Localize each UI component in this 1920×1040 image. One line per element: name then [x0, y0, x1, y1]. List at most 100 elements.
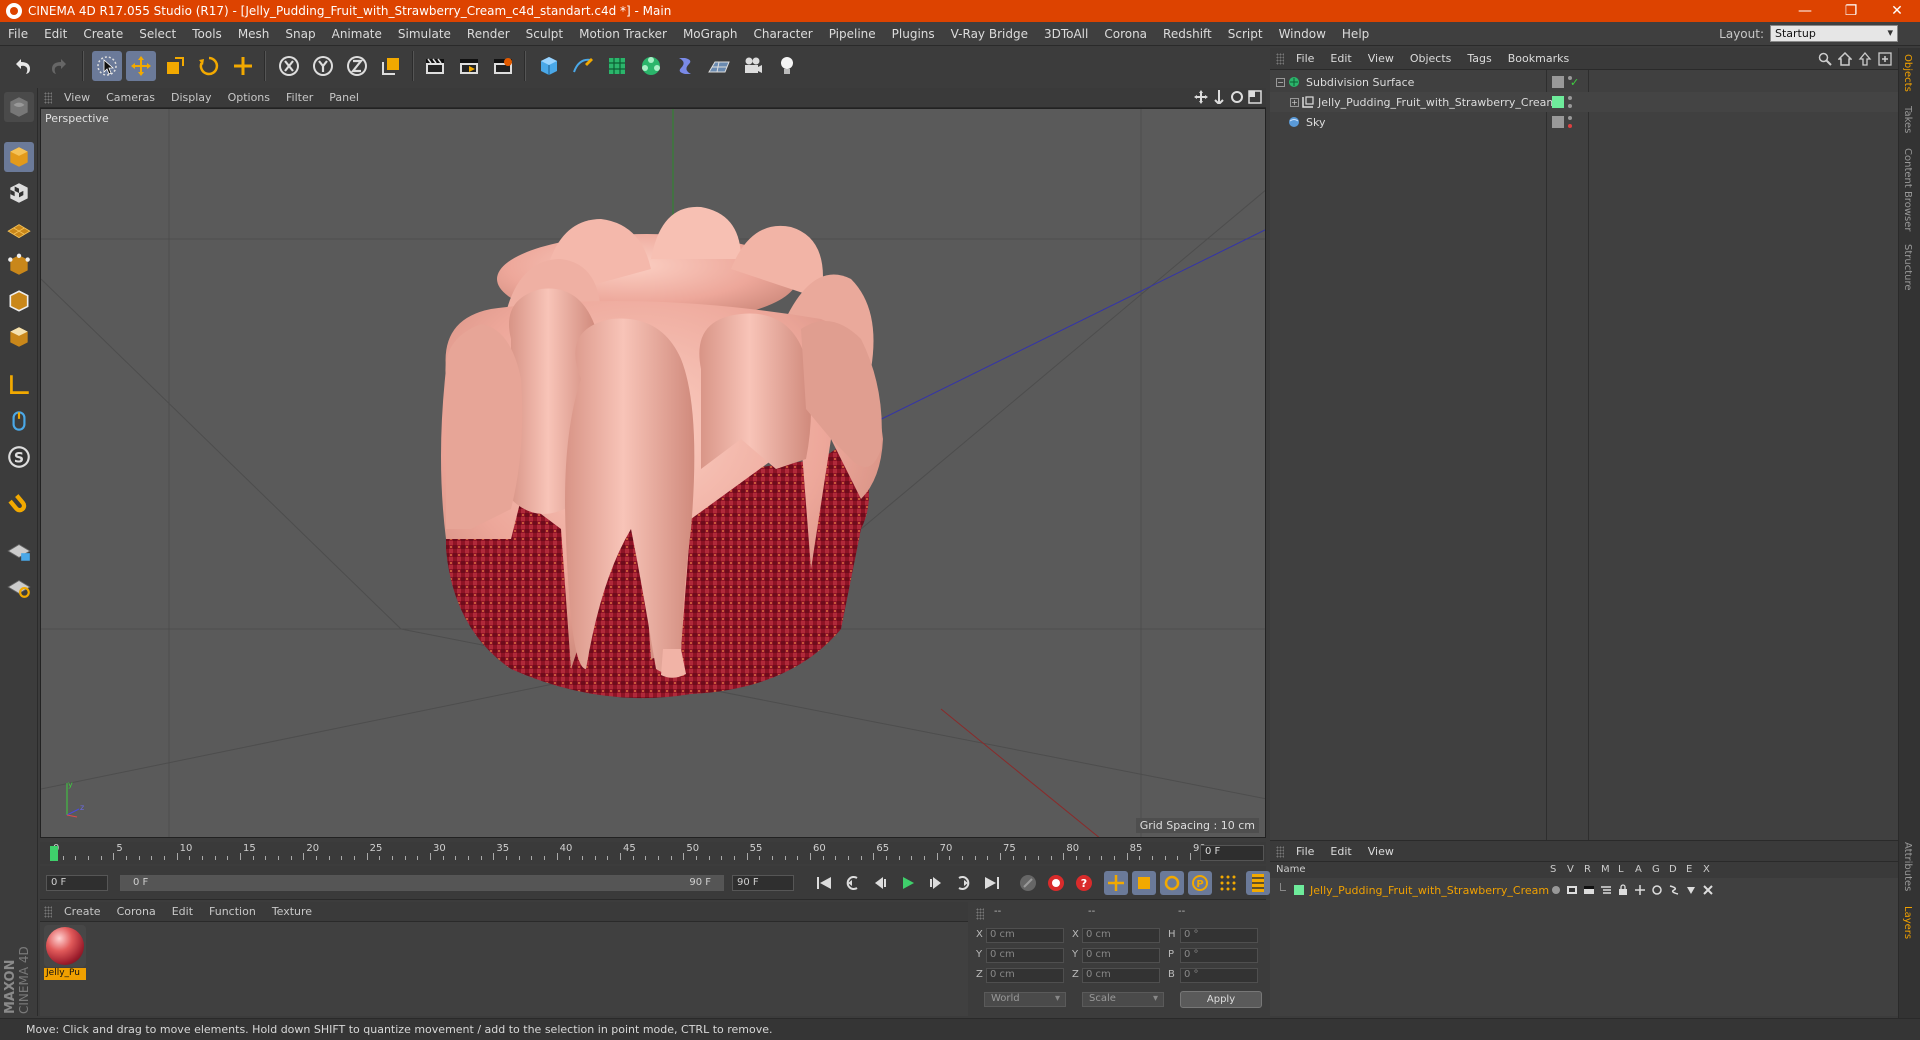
- min-frame-field[interactable]: 0 F: [46, 875, 108, 891]
- recent-tools-icon[interactable]: [228, 51, 258, 81]
- menu-vray-bridge[interactable]: V-Ray Bridge: [943, 27, 1036, 41]
- axis-mode-icon[interactable]: [4, 370, 34, 400]
- current-frame-field[interactable]: 0 F: [1200, 845, 1264, 861]
- next-key-icon[interactable]: [952, 871, 976, 895]
- render-view-icon[interactable]: [420, 51, 450, 81]
- object-menu-view[interactable]: View: [1360, 52, 1402, 65]
- deformer-icon[interactable]: [670, 51, 700, 81]
- scale-tool-icon[interactable]: [160, 51, 190, 81]
- layout-select[interactable]: Startup: [1770, 25, 1898, 42]
- visibility-editor-dot-icon[interactable]: [1568, 76, 1572, 80]
- object-name[interactable]: Subdivision Surface: [1306, 76, 1414, 89]
- material-menu-corona[interactable]: Corona: [109, 905, 164, 918]
- apply-button[interactable]: Apply: [1180, 991, 1262, 1008]
- layer-view-icon[interactable]: [1566, 885, 1578, 895]
- viewport-menu-filter[interactable]: Filter: [278, 91, 321, 104]
- object-menu-file[interactable]: File: [1288, 52, 1322, 65]
- tab-structure[interactable]: Structure: [1902, 244, 1913, 291]
- viewport-menu-options[interactable]: Options: [220, 91, 278, 104]
- spline-pen-icon[interactable]: [568, 51, 598, 81]
- visibility-render-dot-icon[interactable]: [1568, 124, 1572, 128]
- search-icon[interactable]: [1818, 52, 1832, 66]
- magnet-icon[interactable]: [4, 490, 34, 520]
- material-menu-function[interactable]: Function: [201, 905, 264, 918]
- cube-primitive-icon[interactable]: [534, 51, 564, 81]
- object-menu-objects[interactable]: Objects: [1402, 52, 1460, 65]
- material-menu-edit[interactable]: Edit: [164, 905, 201, 918]
- go-to-start-icon[interactable]: [812, 871, 836, 895]
- frame-range-slider[interactable]: 0 F 90 F: [120, 875, 724, 891]
- arrow-up-icon[interactable]: [1858, 52, 1872, 66]
- restore-button[interactable]: ❐: [1828, 0, 1874, 22]
- layer-swatch-icon[interactable]: [1552, 116, 1564, 128]
- home-icon[interactable]: [1838, 52, 1852, 66]
- texture-mode-icon[interactable]: [4, 178, 34, 208]
- layer-list[interactable]: Jelly_Pudding_Fruit_with_Strawberry_Crea…: [1270, 878, 1898, 1016]
- previous-frame-icon[interactable]: [868, 871, 892, 895]
- menu-script[interactable]: Script: [1220, 27, 1271, 41]
- menu-edit[interactable]: Edit: [36, 27, 75, 41]
- size-x-field[interactable]: 0 cm: [1082, 928, 1160, 943]
- points-mode-icon[interactable]: [4, 250, 34, 280]
- camera-icon[interactable]: [738, 51, 768, 81]
- layer-xref-icon[interactable]: [1702, 884, 1714, 896]
- menu-simulate[interactable]: Simulate: [390, 27, 459, 41]
- layer-solo-icon[interactable]: [1552, 886, 1560, 894]
- material-manager-area[interactable]: Jelly_Pu: [40, 922, 968, 1016]
- edit-render-settings-icon[interactable]: [488, 51, 518, 81]
- layer-lock-icon[interactable]: [1617, 884, 1629, 896]
- object-menu-edit[interactable]: Edit: [1322, 52, 1359, 65]
- layer-animation-icon[interactable]: [1634, 884, 1646, 896]
- viewport-menu-panel[interactable]: Panel: [321, 91, 367, 104]
- redo-icon[interactable]: [44, 51, 74, 81]
- object-name[interactable]: Sky: [1306, 116, 1325, 129]
- z-axis-lock-icon[interactable]: [342, 51, 372, 81]
- layer-menu-file[interactable]: File: [1288, 845, 1322, 858]
- object-row-subdivision-surface[interactable]: − Subdivision Surface ✓: [1270, 72, 1898, 92]
- coordinate-system-icon[interactable]: [376, 51, 406, 81]
- live-selection-icon[interactable]: [92, 51, 122, 81]
- menu-pipeline[interactable]: Pipeline: [821, 27, 884, 41]
- menu-help[interactable]: Help: [1334, 27, 1377, 41]
- layer-render-icon[interactable]: [1583, 885, 1595, 895]
- size-mode-dropdown[interactable]: Scale: [1082, 992, 1164, 1007]
- layer-row[interactable]: Jelly_Pudding_Fruit_with_Strawberry_Crea…: [1270, 880, 1898, 900]
- object-menu-bookmarks[interactable]: Bookmarks: [1500, 52, 1577, 65]
- menu-3dtoall[interactable]: 3DToAll: [1036, 27, 1096, 41]
- menu-motion-tracker[interactable]: Motion Tracker: [571, 27, 675, 41]
- rot-p-field[interactable]: 0 °: [1180, 948, 1258, 963]
- object-name[interactable]: Jelly_Pudding_Fruit_with_Strawberry_Crea…: [1318, 96, 1557, 109]
- layer-name[interactable]: Jelly_Pudding_Fruit_with_Strawberry_Crea…: [1310, 884, 1549, 897]
- menu-render[interactable]: Render: [459, 27, 518, 41]
- menu-mesh[interactable]: Mesh: [230, 27, 278, 41]
- cloner-icon[interactable]: [636, 51, 666, 81]
- play-icon[interactable]: [896, 871, 920, 895]
- pos-x-field[interactable]: 0 cm: [986, 928, 1064, 943]
- pos-y-field[interactable]: 0 cm: [986, 948, 1064, 963]
- expand-toggle-icon[interactable]: +: [1290, 97, 1299, 107]
- menu-file[interactable]: File: [0, 27, 36, 41]
- pan-icon[interactable]: [1194, 90, 1208, 104]
- menu-character[interactable]: Character: [745, 27, 820, 41]
- timeline-window-icon[interactable]: [1246, 871, 1270, 895]
- move-tool-icon[interactable]: [126, 51, 156, 81]
- menu-tools[interactable]: Tools: [184, 27, 230, 41]
- object-list[interactable]: − Subdivision Surface ✓ + Jelly_Pudding_…: [1270, 70, 1898, 840]
- menu-plugins[interactable]: Plugins: [884, 27, 943, 41]
- material-menu-texture[interactable]: Texture: [264, 905, 320, 918]
- y-axis-lock-icon[interactable]: [308, 51, 338, 81]
- size-z-field[interactable]: 0 cm: [1082, 968, 1160, 983]
- timeline-ticks[interactable]: 051015202530354045505560657075808590: [50, 842, 1206, 864]
- layer-deformers-icon[interactable]: [1668, 884, 1680, 896]
- next-frame-icon[interactable]: [924, 871, 948, 895]
- light-icon[interactable]: [772, 51, 802, 81]
- polygons-mode-icon[interactable]: [4, 322, 34, 352]
- new-view-icon[interactable]: [1878, 52, 1892, 66]
- record-active-objects-icon[interactable]: [1044, 871, 1068, 895]
- menu-snap[interactable]: Snap: [277, 27, 323, 41]
- collapse-toggle-icon[interactable]: −: [1276, 77, 1285, 87]
- workplane-rotate-icon[interactable]: [4, 572, 34, 602]
- key-rotation-icon[interactable]: [1160, 871, 1184, 895]
- visibility-editor-dot-icon[interactable]: [1568, 116, 1572, 120]
- material-name[interactable]: Jelly_Pu: [44, 968, 86, 980]
